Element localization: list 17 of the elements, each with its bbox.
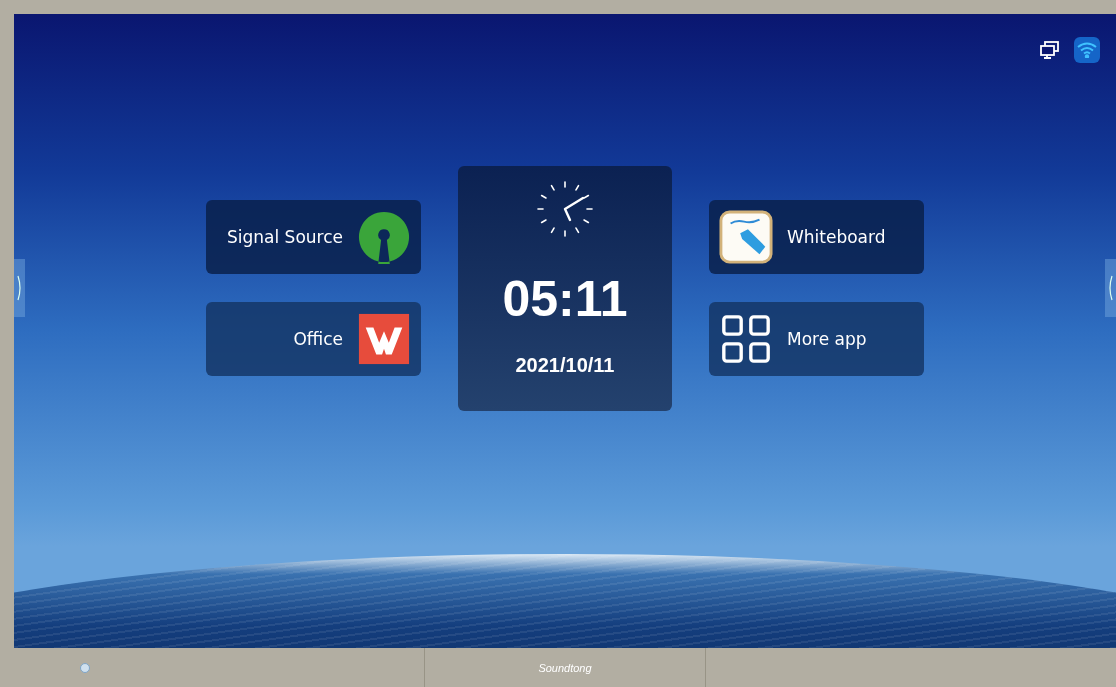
side-panel-handle[interactable] (14, 259, 25, 317)
app-tile[interactable]: More app (709, 302, 924, 376)
brand-logo: Soundtong (538, 661, 592, 674)
clock-time: 05:11 (502, 269, 628, 328)
power-indicator-light (80, 662, 90, 673)
clock-date: 2021/10/11 (515, 353, 615, 377)
app-tile[interactable]: Signal Source (206, 200, 421, 274)
bracket-icon (1108, 275, 1113, 301)
bracket-icon (17, 275, 22, 301)
whiteboard-pen-icon (719, 210, 773, 264)
w-letter-logo-icon (357, 312, 411, 366)
app-tile[interactable]: Office (206, 302, 421, 376)
app-grid-icon (719, 312, 773, 366)
app-tile[interactable]: Whiteboard (709, 200, 924, 274)
side-panel-handle[interactable] (1105, 259, 1116, 317)
wifi-icon[interactable] (1074, 37, 1100, 63)
dual-monitor-icon[interactable] (1040, 41, 1060, 59)
